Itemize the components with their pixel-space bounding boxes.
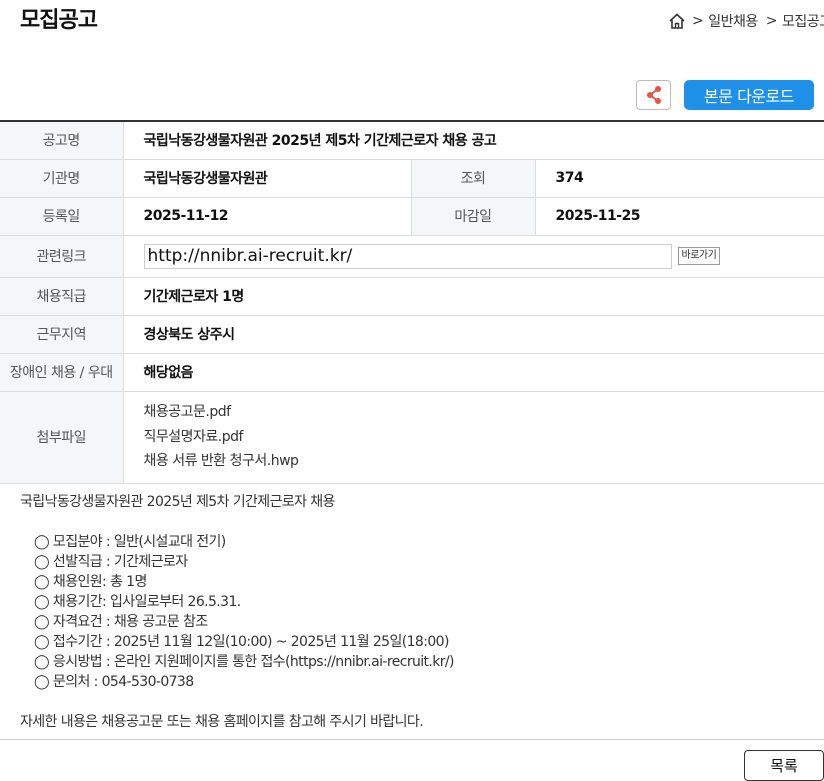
notice-body: 국립낙동강생물자원관 2025년 제5차 기간제근로자 채용 ◯ 모집분야 : … (20, 492, 455, 732)
link-label: 관련링크 (0, 235, 124, 278)
link-cell: http://nnibr.ai-recruit.kr/바로가기 (123, 235, 824, 278)
home-icon[interactable] (668, 12, 686, 30)
location-value: 경상북도 상주시 (123, 315, 824, 354)
reg-date-value: 2025-11-12 (123, 197, 411, 236)
go-button[interactable]: 바로가기 (677, 247, 721, 265)
breadcrumb-separator: > (765, 13, 778, 29)
body-item: ◯ 자격요건 : 채용 공고문 참조 (34, 614, 208, 630)
title-value: 국립낙동강생물자원관 2025년 제5차 기간제근로자 채용 공고 (123, 121, 824, 160)
org-label: 기관명 (0, 159, 124, 198)
link-field[interactable]: http://nnibr.ai-recruit.kr/ (143, 243, 672, 269)
breadcrumb: > 일반채용 > 모집공고 (668, 11, 824, 31)
divider (0, 739, 824, 740)
share-button[interactable] (636, 80, 671, 110)
body-item: ◯ 접수기간 : 2025년 11월 12일(10:00) ~ 2025년 11… (34, 634, 449, 650)
attachment-link[interactable]: 채용 서류 반환 청구서.hwp (144, 449, 824, 474)
body-item: ◯ 채용기간: 입사일로부터 26.5.31. (34, 594, 241, 610)
disability-label: 장애인 채용 / 우대 (0, 353, 124, 392)
position-value: 기간제근로자 1명 (123, 277, 824, 316)
files-label: 첨부파일 (0, 391, 124, 484)
body-item: ◯ 응시방법 : 온라인 지원페이지를 통한 접수(https://nnibr.… (34, 654, 455, 670)
attachment-link[interactable]: 채용공고문.pdf (144, 400, 824, 425)
body-item: ◯ 채용인원: 총 1명 (34, 574, 147, 590)
breadcrumb-recruitment[interactable]: 모집공고 (782, 11, 824, 31)
body-item: ◯ 모집분야 : 일반(시설교대 전기) (34, 534, 226, 550)
breadcrumb-separator: > (692, 13, 704, 29)
title-label: 공고명 (0, 121, 124, 160)
disability-value: 해당없음 (123, 353, 824, 392)
reg-date-label: 등록일 (0, 197, 124, 236)
location-label: 근무지역 (0, 315, 124, 354)
list-button[interactable]: 목록 (744, 750, 824, 781)
org-value: 국립낙동강생물자원관 (123, 159, 411, 198)
body-footer: 자세한 내용은 채용공고문 또는 채용 홈페이지를 참고해 주시기 바랍니다. (20, 714, 424, 730)
position-label: 채용직급 (0, 277, 124, 316)
body-heading: 국립낙동강생물자원관 2025년 제5차 기간제근로자 채용 (20, 494, 335, 510)
share-icon (646, 86, 661, 104)
views-value: 374 (535, 159, 824, 198)
attachment-link[interactable]: 직무설명자료.pdf (144, 425, 824, 450)
body-item: ◯ 문의처 : 054-530-0738 (34, 674, 194, 690)
page-title: 모집공고 (20, 8, 98, 33)
files-list: 채용공고문.pdf 직무설명자료.pdf 채용 서류 반환 청구서.hwp (123, 391, 824, 484)
notice-info-table: 공고명 국립낙동강생물자원관 2025년 제5차 기간제근로자 채용 공고 기관… (0, 120, 824, 484)
deadline-label: 마감일 (410, 197, 536, 236)
deadline-value: 2025-11-25 (535, 197, 824, 236)
body-item: ◯ 선발직급 : 기간제근로자 (34, 554, 188, 570)
breadcrumb-general-hiring[interactable]: 일반채용 (708, 11, 758, 31)
download-button[interactable]: 본문 다운로드 (684, 80, 814, 110)
views-label: 조회 (410, 159, 536, 198)
